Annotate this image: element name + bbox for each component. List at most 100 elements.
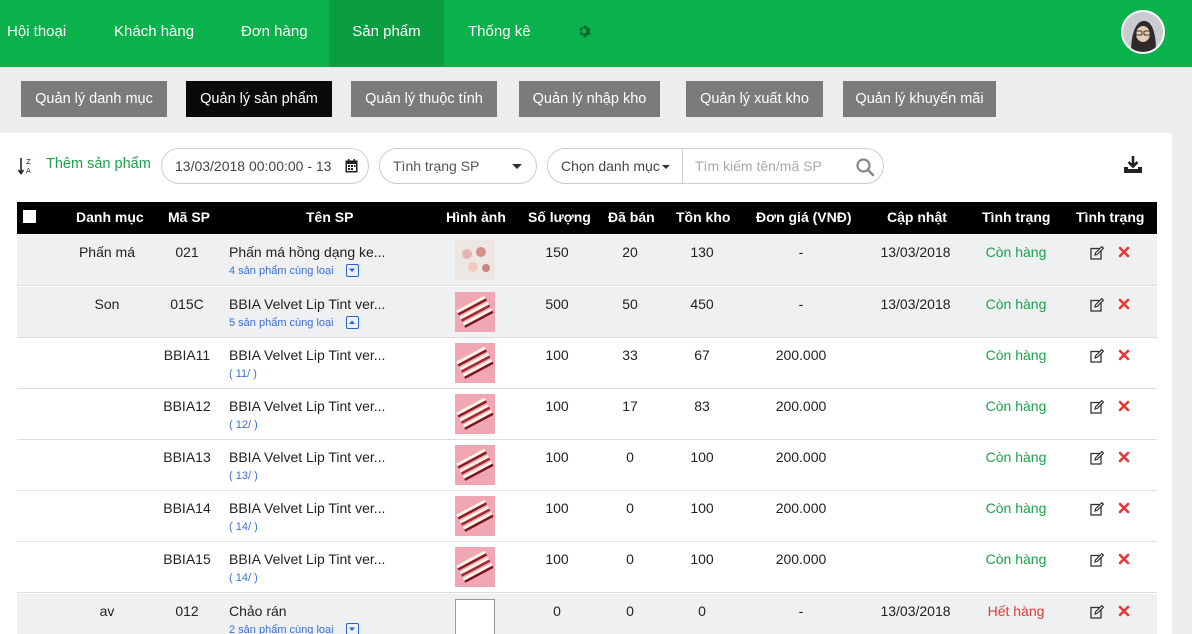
date-range-picker[interactable]: 13/03/2018 00:00:00 - 13 [161,148,369,184]
delete-icon[interactable] [1118,605,1130,617]
product-name-link[interactable]: BBIA Velvet Lip Tint ver... [229,551,385,567]
tab-attributes[interactable]: Quản lý thuộc tính [351,81,497,117]
product-thumbnail[interactable] [455,240,495,280]
delete-icon[interactable] [1118,451,1130,463]
search-icon[interactable] [855,157,875,177]
product-name-link[interactable]: BBIA Velvet Lip Tint ver... [229,347,385,363]
add-product-link[interactable]: Thêm sản phẩm [46,156,151,172]
search-input[interactable]: Tìm kiếm tên/mã SP [695,149,822,183]
table-row[interactable]: av 012 0 0 0 - 13/03/2018 Hết hàng Chảo rán 2 sản… [17,594,1157,634]
product-name-link[interactable]: Phấn má hồng dạng ke... [229,244,385,260]
category-select[interactable]: Chọn danh mục [561,149,660,183]
status-cell: Còn hàng [985,347,1047,363]
product-thumbnail[interactable] [455,343,495,383]
delete-icon[interactable] [1118,400,1130,412]
updated-cell: 13/03/2018 [880,296,951,312]
stock-cell: 83 [694,398,710,414]
nav-item-products[interactable]: Sản phẩm [329,0,444,67]
expand-icon[interactable] [346,264,359,277]
product-name-link[interactable]: BBIA Velvet Lip Tint ver... [229,500,385,516]
tab-categories[interactable]: Quản lý danh mục [21,81,167,117]
collapse-icon[interactable] [346,316,359,329]
status-cell: Hết hàng [987,603,1045,619]
edit-icon[interactable] [1090,605,1104,619]
price-cell: 200.000 [775,347,827,363]
code-cell: BBIA15 [163,551,211,567]
nav-item-orders[interactable]: Đơn hàng [241,0,308,67]
table-row[interactable]: BBIA14 100 0 100 200.000 Còn hàng BBIA Velvet … [17,491,1157,542]
table-row[interactable]: BBIA13 100 0 100 200.000 Còn hàng BBIA Velvet … [17,440,1157,491]
table-row[interactable]: BBIA15 100 0 100 200.000 Còn hàng BBIA Velvet … [17,542,1157,593]
product-name-link[interactable]: BBIA Velvet Lip Tint ver... [229,398,385,414]
price-cell: - [798,244,804,260]
tab-promotions[interactable]: Quản lý khuyến mãi [843,81,996,117]
product-name-link[interactable]: BBIA Velvet Lip Tint ver... [229,296,385,312]
nav-item-statistics[interactable]: Thống kê [468,0,531,67]
expand-icon[interactable] [346,623,359,634]
status-select[interactable]: Tình trạng SP [379,148,537,184]
delete-icon[interactable] [1118,298,1130,310]
tab-stock-out[interactable]: Quản lý xuất kho [686,81,823,117]
edit-icon[interactable] [1090,451,1104,465]
product-thumbnail[interactable] [455,496,495,536]
table-row[interactable]: Phấn má 021 150 20 130 - 13/03/2018 Còn hàng Phấ… [17,235,1157,286]
sold-cell: 33 [622,347,638,363]
edit-icon[interactable] [1090,298,1104,312]
product-thumbnail[interactable] [455,292,495,332]
user-avatar-icon [1123,12,1163,52]
date-range-value: 13/03/2018 00:00:00 - 13 [175,158,332,174]
col-status[interactable]: Tình trạng [982,202,1050,233]
select-all-checkbox[interactable] [23,210,36,223]
variants-link[interactable]: 5 sản phẩm cùng loại [229,317,334,329]
avatar[interactable] [1121,10,1165,54]
variants-link[interactable]: 2 sản phẩm cùng loại [229,624,334,634]
table-row[interactable]: BBIA11 100 33 67 200.000 Còn hàng BBIA Velvet … [17,338,1157,389]
svg-text:A: A [26,167,31,175]
delete-icon[interactable] [1118,502,1130,514]
updated-cell: 13/03/2018 [880,244,951,260]
category-cell: Phấn má [78,244,136,260]
nav-item-conversations[interactable]: Hội thoại [0,0,73,67]
col-quantity[interactable]: Số lượng [528,202,591,233]
nav-item-customers[interactable]: Khách hàng [114,0,194,67]
product-thumbnail[interactable] [455,394,495,434]
col-price[interactable]: Đơn giá (VNĐ) [756,202,852,233]
status-cell: Còn hàng [985,449,1047,465]
tab-products[interactable]: Quản lý sản phẩm [186,81,332,117]
tab-stock-in[interactable]: Quản lý nhập kho [519,81,660,117]
product-thumbnail[interactable] [455,599,495,634]
col-updated[interactable]: Cập nhật [887,202,947,233]
edit-icon[interactable] [1090,502,1104,516]
col-code[interactable]: Mã SP [168,202,210,233]
delete-icon[interactable] [1118,349,1130,361]
table-row[interactable]: Son 015C 500 50 450 - 13/03/2018 Còn hàng BBIA V… [17,287,1157,338]
sort-az-icon[interactable]: Z A [17,156,33,176]
table-row[interactable]: BBIA12 100 17 83 200.000 Còn hàng BBIA Velvet … [17,389,1157,440]
code-cell: BBIA11 [163,347,211,363]
product-name-link[interactable]: Chảo rán [229,603,287,619]
code-cell: BBIA13 [163,449,211,465]
download-icon[interactable] [1123,155,1143,175]
edit-icon[interactable] [1090,400,1104,414]
product-name-link[interactable]: BBIA Velvet Lip Tint ver... [229,449,385,465]
edit-icon[interactable] [1090,553,1104,567]
col-category[interactable]: Danh mục [76,202,144,233]
quantity-cell: 100 [545,551,569,567]
col-stock[interactable]: Tồn kho [676,202,730,233]
sold-cell: 0 [626,603,634,619]
price-cell: 200.000 [775,500,827,516]
stock-cell: 100 [690,500,714,516]
col-name[interactable]: Tên SP [306,202,353,233]
variants-link[interactable]: 4 sản phẩm cùng loại [229,265,334,277]
edit-icon[interactable] [1090,349,1104,363]
gear-icon[interactable] [577,24,591,38]
delete-icon[interactable] [1118,553,1130,565]
svg-text:Z: Z [26,158,31,166]
product-thumbnail[interactable] [455,445,495,485]
sold-cell: 0 [626,449,634,465]
price-cell: 200.000 [775,551,827,567]
edit-icon[interactable] [1090,246,1104,260]
product-thumbnail[interactable] [455,547,495,587]
delete-icon[interactable] [1118,246,1130,258]
col-sold[interactable]: Đã bán [608,202,655,233]
